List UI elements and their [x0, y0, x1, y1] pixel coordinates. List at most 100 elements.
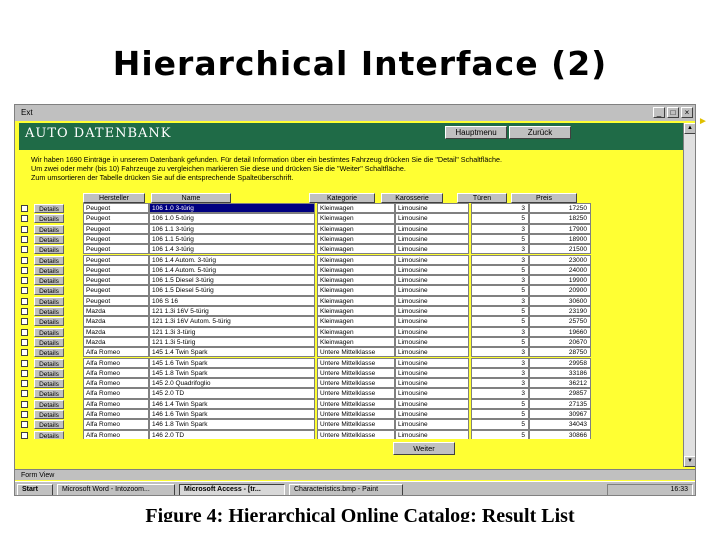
cell-preis[interactable]: 29857	[529, 388, 591, 399]
cell-name[interactable]: 121 1.3i 16V Autom. 5-türig	[149, 316, 315, 327]
minimize-button[interactable]: _	[653, 107, 665, 118]
row-checkbox[interactable]	[21, 277, 28, 285]
column-header-hersteller[interactable]: Hersteller	[83, 193, 145, 203]
cell-karosserie[interactable]: Limousine	[395, 223, 469, 234]
cell-name[interactable]: 146 1.8 Twin Spark	[149, 419, 315, 430]
menu-ext[interactable]: Ext	[21, 108, 33, 117]
details-button[interactable]: Details	[34, 214, 64, 224]
cell-karosserie[interactable]: Limousine	[395, 244, 469, 255]
row-checkbox[interactable]	[21, 390, 28, 398]
cell-name[interactable]: 106 1.5 Diesel 3-türig	[149, 275, 315, 286]
cell-kategorie[interactable]: Kleinwagen	[317, 254, 395, 265]
cell-preis[interactable]: 33186	[529, 367, 591, 379]
cell-kategorie[interactable]: Kleinwagen	[317, 264, 395, 276]
cell-karosserie[interactable]: Limousine	[395, 398, 469, 409]
details-button[interactable]: Details	[34, 389, 64, 399]
cell-name[interactable]: 145 1.4 Twin Spark	[149, 347, 315, 358]
details-button[interactable]: Details	[34, 410, 64, 419]
cell-karosserie[interactable]: Limousine	[395, 233, 469, 245]
details-button[interactable]: Details	[34, 296, 64, 306]
cell-name[interactable]: 145 1.8 Twin Spark	[149, 367, 315, 379]
row-checkbox[interactable]	[21, 287, 28, 295]
cell-kategorie[interactable]: Untere Mittelklasse	[317, 419, 395, 430]
cell-tueren[interactable]: 5	[471, 213, 529, 224]
task-paint[interactable]: Characteristics.bmp - Paint	[289, 484, 403, 495]
cell-hersteller[interactable]: Alfa Romeo	[83, 357, 149, 368]
cell-tueren[interactable]: 5	[471, 419, 529, 430]
cell-preis[interactable]: 30866	[529, 429, 591, 439]
cell-name[interactable]: 106 1.4 Autom. 3-türig	[149, 254, 315, 265]
cell-preis[interactable]: 19660	[529, 326, 591, 337]
details-button[interactable]: Details	[34, 317, 64, 327]
cell-hersteller[interactable]: Peugeot	[83, 295, 149, 306]
cell-tueren[interactable]: 3	[471, 357, 529, 368]
cell-preis[interactable]: 17250	[529, 203, 591, 214]
task-word[interactable]: Microsoft Word - Intozoom...	[57, 484, 175, 495]
cell-hersteller[interactable]: Alfa Romeo	[83, 367, 149, 379]
cell-hersteller[interactable]: Mazda	[83, 316, 149, 327]
cell-hersteller[interactable]: Alfa Romeo	[83, 347, 149, 358]
cell-name[interactable]: 145 1.6 Twin Spark	[149, 357, 315, 368]
cell-kategorie[interactable]: Kleinwagen	[317, 275, 395, 286]
cell-name[interactable]: 106 1.1 3-türig	[149, 223, 315, 234]
row-checkbox[interactable]	[21, 328, 28, 336]
hauptmenu-button[interactable]: Hauptmenu	[445, 126, 507, 139]
cell-hersteller[interactable]: Alfa Romeo	[83, 419, 149, 430]
cell-karosserie[interactable]: Limousine	[395, 336, 469, 348]
scroll-up-icon[interactable]: ▲	[684, 123, 695, 134]
cell-karosserie[interactable]: Limousine	[395, 419, 469, 430]
cell-preis[interactable]: 20900	[529, 285, 591, 296]
cell-kategorie[interactable]: Untere Mittelklasse	[317, 347, 395, 358]
cell-preis[interactable]: 30600	[529, 295, 591, 306]
cell-tueren[interactable]: 5	[471, 429, 529, 439]
cell-kategorie[interactable]: Kleinwagen	[317, 233, 395, 245]
cell-name[interactable]: 121 1.3i 16V 5-türig	[149, 306, 315, 317]
cell-kategorie[interactable]: Untere Mittelklasse	[317, 429, 395, 439]
cell-name[interactable]: 146 2.0 TD	[149, 429, 315, 439]
cell-tueren[interactable]: 3	[471, 223, 529, 234]
cell-hersteller[interactable]: Peugeot	[83, 254, 149, 265]
details-button[interactable]: Details	[34, 420, 64, 430]
maximize-button[interactable]: □	[667, 107, 679, 118]
cell-hersteller[interactable]: Peugeot	[83, 285, 149, 296]
start-button[interactable]: Start	[17, 484, 53, 495]
cell-name[interactable]: 145 2.0 Quadrifoglio	[149, 378, 315, 389]
cell-kategorie[interactable]: Kleinwagen	[317, 213, 395, 224]
row-checkbox[interactable]	[21, 215, 28, 223]
details-button[interactable]: Details	[34, 399, 64, 409]
cell-preis[interactable]: 29958	[529, 357, 591, 368]
cell-hersteller[interactable]: Alfa Romeo	[83, 398, 149, 409]
cell-tueren[interactable]: 5	[471, 306, 529, 317]
cell-karosserie[interactable]: Limousine	[395, 347, 469, 358]
details-button[interactable]: Details	[34, 204, 64, 213]
cell-karosserie[interactable]: Limousine	[395, 254, 469, 265]
cell-tueren[interactable]: 3	[471, 347, 529, 358]
cell-tueren[interactable]: 5	[471, 336, 529, 348]
cell-preis[interactable]: 23000	[529, 254, 591, 265]
cell-name[interactable]: 106 1.1 5-türig	[149, 233, 315, 245]
cell-kategorie[interactable]: Untere Mittelklasse	[317, 367, 395, 379]
cell-name[interactable]: 145 2.0 TD	[149, 388, 315, 399]
row-checkbox[interactable]	[21, 205, 28, 212]
cell-karosserie[interactable]: Limousine	[395, 264, 469, 276]
cell-name[interactable]: 121 1.3i 5-türig	[149, 336, 315, 348]
cell-tueren[interactable]: 3	[471, 326, 529, 337]
cell-hersteller[interactable]: Peugeot	[83, 233, 149, 245]
cell-preis[interactable]: 18900	[529, 233, 591, 245]
cell-hersteller[interactable]: Mazda	[83, 306, 149, 317]
cell-hersteller[interactable]: Mazda	[83, 326, 149, 337]
cell-tueren[interactable]: 3	[471, 295, 529, 306]
cell-karosserie[interactable]: Limousine	[395, 275, 469, 286]
cell-hersteller[interactable]: Alfa Romeo	[83, 429, 149, 439]
details-button[interactable]: Details	[34, 286, 64, 296]
row-checkbox[interactable]	[21, 380, 28, 388]
cell-karosserie[interactable]: Limousine	[395, 409, 469, 420]
cell-karosserie[interactable]: Limousine	[395, 316, 469, 327]
details-button[interactable]: Details	[34, 224, 64, 234]
cell-kategorie[interactable]: Kleinwagen	[317, 316, 395, 327]
cell-preis[interactable]: 34043	[529, 419, 591, 430]
column-header-name[interactable]: Name	[151, 193, 231, 203]
cell-preis[interactable]: 21500	[529, 244, 591, 255]
row-checkbox[interactable]	[21, 235, 28, 243]
cell-karosserie[interactable]: Limousine	[395, 295, 469, 306]
